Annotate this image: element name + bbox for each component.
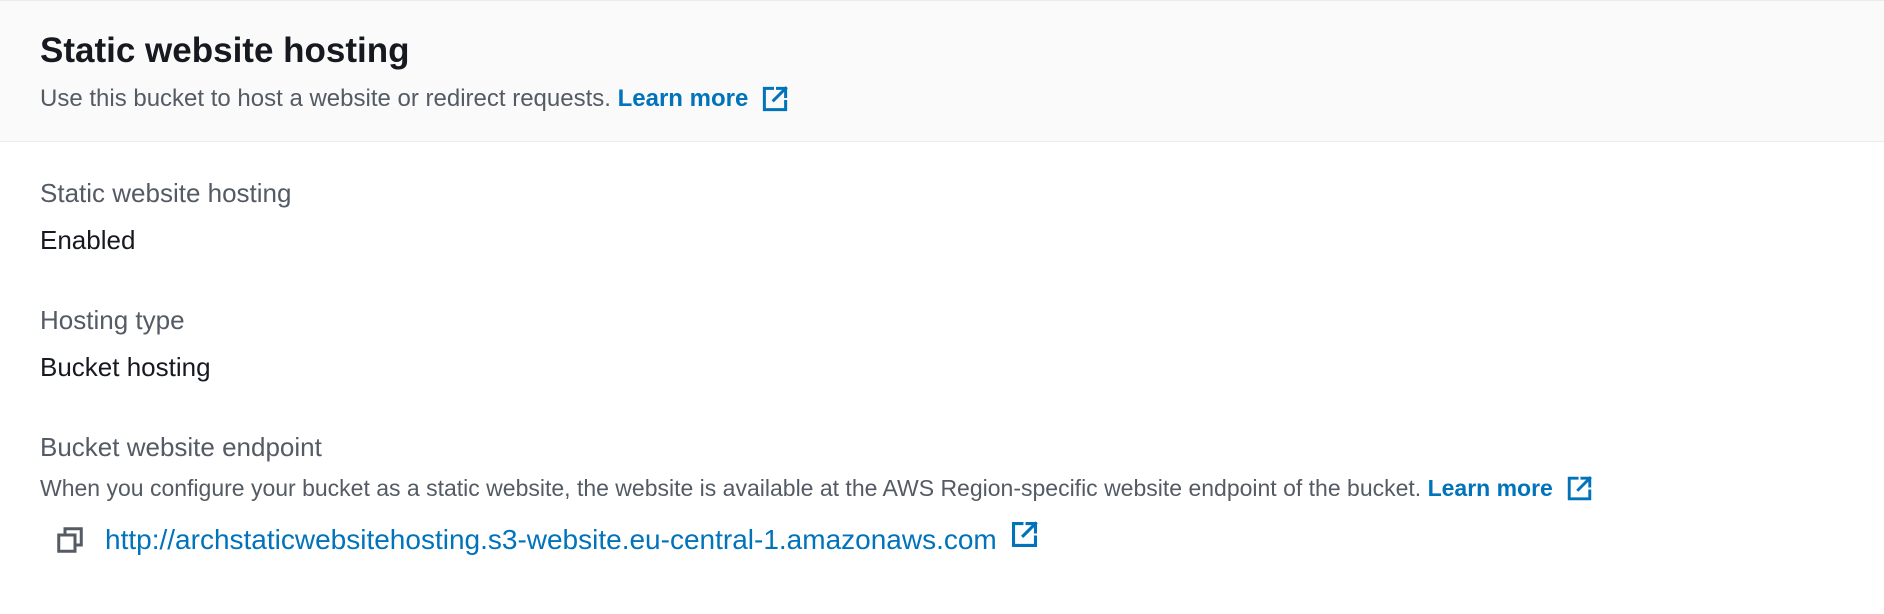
endpoint-url-link[interactable]: http://archstaticwebsitehosting.s3-websi…	[105, 522, 997, 558]
endpoint-field: Bucket website endpoint When you configu…	[40, 430, 1844, 558]
external-link-icon[interactable]	[1009, 519, 1040, 550]
hosting-type-label: Hosting type	[40, 305, 185, 335]
panel-body: Static website hosting Enabled Hosting t…	[0, 142, 1884, 558]
hosting-type-field: Hosting type Bucket hosting	[40, 303, 1844, 384]
panel-header: Static website hosting Use this bucket t…	[0, 1, 1884, 142]
hosting-status-label: Static website hosting	[40, 178, 292, 208]
hosting-type-value: Bucket hosting	[40, 352, 211, 382]
panel-description-text: Use this bucket to host a website or red…	[40, 85, 611, 112]
endpoint-url-row: http://archstaticwebsitehosting.s3-websi…	[40, 519, 1844, 558]
external-link-icon[interactable]	[760, 84, 790, 114]
endpoint-label: Bucket website endpoint	[40, 432, 322, 462]
panel-description: Use this bucket to host a website or red…	[40, 83, 1844, 115]
external-link-icon[interactable]	[1565, 474, 1594, 503]
hosting-status-value: Enabled	[40, 225, 136, 255]
panel-title: Static website hosting	[40, 31, 410, 70]
static-website-hosting-panel: Static website hosting Use this bucket t…	[0, 0, 1884, 614]
hosting-status-field: Static website hosting Enabled	[40, 176, 1844, 257]
learn-more-link[interactable]: Learn more	[618, 83, 749, 115]
endpoint-learn-more-link[interactable]: Learn more	[1428, 472, 1553, 504]
endpoint-description-text: When you configure your bucket as a stat…	[40, 475, 1422, 501]
endpoint-description: When you configure your bucket as a stat…	[40, 472, 1844, 504]
copy-icon[interactable]	[55, 525, 85, 555]
